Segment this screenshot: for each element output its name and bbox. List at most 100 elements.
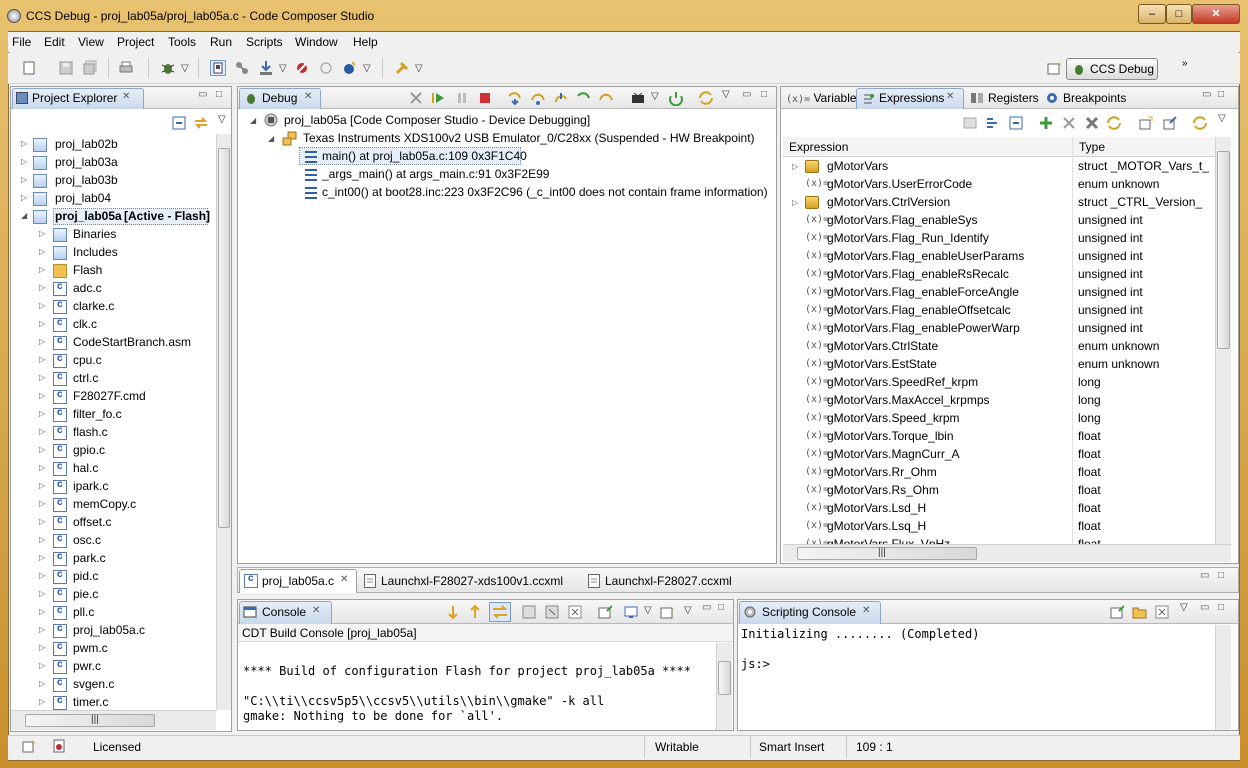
menu-window[interactable]: Window: [295, 35, 338, 49]
expression-row[interactable]: (x)= gMotorVars.Lsd_H float: [783, 500, 1215, 518]
chevron-down-icon[interactable]: ▽: [181, 63, 189, 74]
collapsed-arrow-icon[interactable]: ▷: [39, 625, 45, 634]
collapsed-arrow-icon[interactable]: ▷: [39, 517, 45, 526]
collapsed-arrow-icon[interactable]: ▷: [39, 679, 45, 688]
collapsed-arrow-icon[interactable]: ▷: [792, 162, 798, 171]
scroll-thumb[interactable]: [1217, 151, 1230, 349]
close-icon[interactable]: ✕: [312, 605, 320, 616]
save-all-icon[interactable]: [82, 60, 98, 76]
tab-variables[interactable]: (x)= Variables: [786, 91, 863, 105]
pin-icon[interactable]: [394, 60, 410, 76]
tab-editor-launchxl[interactable]: Launchxl-F28027.ccxml: [605, 574, 732, 588]
close-icon[interactable]: ✕: [340, 574, 348, 585]
view-menu-icon[interactable]: ▽: [1180, 602, 1188, 613]
new-icon[interactable]: [22, 739, 36, 756]
tree-item[interactable]: ▷ CodeStartBranch.asm: [11, 334, 216, 352]
collapsed-arrow-icon[interactable]: ▷: [792, 198, 798, 207]
assembly-step-into-icon[interactable]: [576, 90, 592, 109]
minimize-view-icon[interactable]: ▭: [742, 89, 751, 100]
open-perspective-icon[interactable]: [1046, 60, 1062, 76]
expression-icon[interactable]: [342, 60, 358, 76]
clear-console-icon[interactable]: [1155, 605, 1169, 622]
expression-row[interactable]: (x)= gMotorVars.MagnCurr_A float: [783, 446, 1215, 464]
expression-row[interactable]: (x)= gMotorVars.Speed_krpm long: [783, 410, 1215, 428]
stack-frame-args-main[interactable]: _args_main() at args_main.c:91 0x3F2E99: [322, 167, 549, 185]
console-vscroll[interactable]: [716, 643, 732, 730]
tree-item[interactable]: ▷ svgen.c: [11, 676, 216, 694]
expression-row[interactable]: ▷ gMotorVars.CtrlVersion struct _CTRL_Vers…: [783, 194, 1215, 212]
tree-item[interactable]: ▷ memCopy.c: [11, 496, 216, 514]
close-button[interactable]: ✕: [1192, 4, 1240, 24]
collapsed-arrow-icon[interactable]: ▷: [39, 697, 45, 706]
tree-item[interactable]: ▷ flash.c: [11, 424, 216, 442]
menu-scripts[interactable]: Scripts: [246, 35, 283, 49]
view-menu-icon[interactable]: ▽: [1218, 113, 1226, 124]
scripting-console-output[interactable]: Initializing ........ (Completed) js:>: [741, 627, 1213, 727]
folder-open-icon[interactable]: [1132, 605, 1148, 622]
breakpoint-icon[interactable]: [294, 60, 310, 76]
close-icon[interactable]: ✕: [862, 605, 870, 616]
collapsed-arrow-icon[interactable]: ▷: [39, 445, 45, 454]
expression-row[interactable]: (x)= gMotorVars.EstState enum unknown: [783, 356, 1215, 374]
target-config-icon[interactable]: [210, 60, 226, 76]
collapsed-arrow-icon[interactable]: ▷: [21, 139, 27, 148]
maximize-view-icon[interactable]: □: [1218, 89, 1224, 100]
tab-registers[interactable]: Registers: [988, 91, 1039, 105]
more-perspectives[interactable]: »: [1182, 58, 1188, 69]
collapsed-arrow-icon[interactable]: ▷: [39, 319, 45, 328]
menu-project[interactable]: Project: [117, 35, 154, 49]
close-icon[interactable]: ✕: [304, 91, 312, 102]
expressions-hscroll[interactable]: |||: [783, 544, 1231, 562]
menu-view[interactable]: View: [78, 35, 104, 49]
tree-item[interactable]: ▷ Binaries: [11, 226, 216, 244]
remove-expression-icon[interactable]: [1061, 115, 1077, 134]
scroll-thumb[interactable]: [218, 148, 230, 528]
expanded-arrow-icon[interactable]: ◢: [21, 211, 27, 220]
chevron-down-icon[interactable]: ▽: [644, 605, 652, 616]
collapsed-arrow-icon[interactable]: ▷: [39, 373, 45, 382]
expressions-vscroll[interactable]: [1215, 137, 1231, 544]
minimize-view-icon[interactable]: ▭: [702, 602, 711, 613]
minimize-view-icon[interactable]: ▭: [1202, 89, 1211, 100]
collapsed-arrow-icon[interactable]: ▷: [39, 553, 45, 562]
step-return-icon[interactable]: [553, 90, 569, 109]
resume-icon[interactable]: [430, 90, 446, 109]
chevron-down-icon[interactable]: ▽: [684, 605, 692, 616]
export-icon[interactable]: [1162, 115, 1178, 134]
restart-icon[interactable]: [668, 90, 684, 109]
maximize-view-icon[interactable]: □: [216, 89, 222, 100]
maximize-view-icon[interactable]: □: [1218, 602, 1224, 613]
maximize-view-icon[interactable]: □: [761, 89, 767, 100]
collapsed-arrow-icon[interactable]: ▷: [21, 175, 27, 184]
project-row[interactable]: ▷ proj_lab02b: [11, 136, 216, 154]
expression-row[interactable]: ▷ gMotorVars struct _MOTOR_Vars_t_: [783, 158, 1215, 176]
tree-item[interactable]: ▷ pid.c: [11, 568, 216, 586]
tree-item[interactable]: ▷ clarke.c: [11, 298, 216, 316]
tab-editor-xds100v1[interactable]: Launchxl-F28027-xds100v1.ccxml: [381, 574, 563, 588]
clear-console-icon[interactable]: [568, 605, 582, 622]
tree-item[interactable]: ▷ Includes: [11, 244, 216, 262]
save-icon[interactable]: [58, 60, 74, 76]
project-row[interactable]: ▷ proj_lab04: [11, 190, 216, 208]
scripting-console-vscroll[interactable]: [1215, 625, 1231, 730]
minimize-view-icon[interactable]: ▭: [1200, 570, 1209, 581]
stack-frame-main[interactable]: main() at proj_lab05a.c:109 0x3F1C40: [322, 149, 527, 167]
collapsed-arrow-icon[interactable]: ▷: [39, 535, 45, 544]
collapsed-arrow-icon[interactable]: ▷: [21, 157, 27, 166]
assembly-step-over-icon[interactable]: [598, 90, 614, 109]
suspend-icon[interactable]: [454, 90, 470, 109]
maximize-view-icon[interactable]: □: [718, 602, 724, 613]
collapsed-arrow-icon[interactable]: ▷: [39, 247, 45, 256]
continuous-refresh-icon[interactable]: [1106, 115, 1122, 134]
expression-row[interactable]: (x)= gMotorVars.UserErrorCode enum unknown: [783, 176, 1215, 194]
pin-console-icon[interactable]: [545, 605, 559, 622]
reset-cpu-icon[interactable]: [630, 90, 646, 109]
open-console-icon[interactable]: [598, 605, 613, 622]
expression-row[interactable]: (x)= gMotorVars.Flag_enableRsRecalc unsign…: [783, 266, 1215, 284]
tree-item[interactable]: ▷ pwr.c: [11, 658, 216, 676]
minimize-view-icon[interactable]: ▭: [1200, 602, 1209, 613]
collapse-all-icon[interactable]: [172, 116, 188, 132]
show-type-names-icon[interactable]: [962, 115, 978, 134]
connect-icon[interactable]: [234, 60, 250, 76]
chevron-down-icon[interactable]: ▽: [363, 63, 371, 74]
